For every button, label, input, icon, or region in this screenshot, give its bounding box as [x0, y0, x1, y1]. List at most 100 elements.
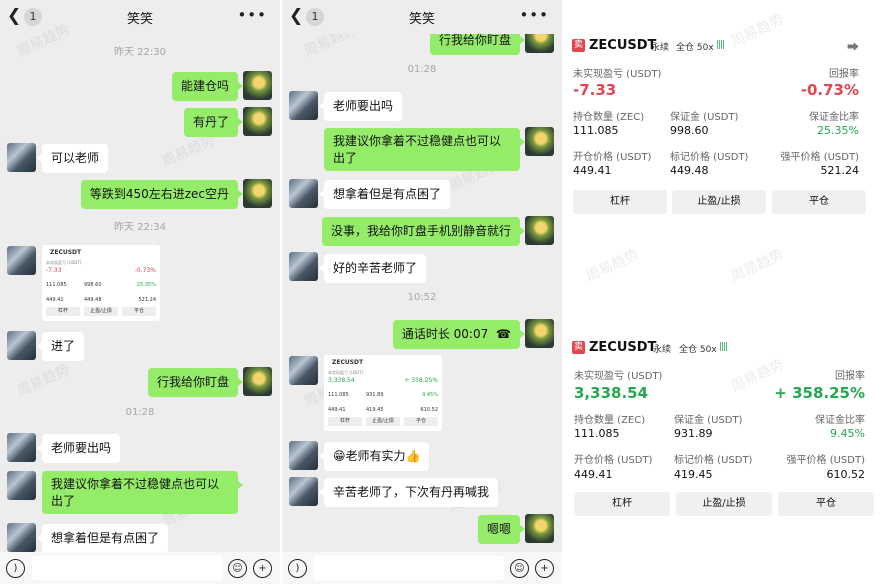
avatar[interactable]	[525, 319, 554, 348]
emoji-icon[interactable]: ☺	[228, 559, 247, 578]
avatar[interactable]	[289, 252, 318, 281]
message-bubble[interactable]: 😁老师有实力👍	[318, 442, 430, 471]
message-bubble[interactable]: 可以老师	[36, 144, 109, 173]
mini-symbol: ZECUSDT	[332, 359, 364, 366]
phone-icon: ☎	[496, 327, 511, 341]
call-record-bubble[interactable]: 通话时长 00:07 ☎	[392, 320, 526, 349]
margin-value: 931.89	[674, 427, 713, 440]
voice-icon[interactable]: )	[288, 559, 307, 578]
mini-liq: 610.52	[420, 407, 439, 413]
position-symbol[interactable]: ZECUSDT	[589, 38, 656, 53]
mini-margin: 998.60	[84, 282, 102, 288]
message-bubble[interactable]: 我建议你拿着不过稳健点也可以出了	[324, 128, 525, 171]
plus-icon[interactable]: +	[535, 559, 554, 578]
avatar[interactable]	[7, 331, 36, 360]
message-bubble[interactable]: 老师要出吗	[36, 434, 121, 463]
roe-label: 回报率	[829, 69, 859, 80]
message-bubble[interactable]: 想拿着但是有点困了	[318, 180, 451, 209]
avatar[interactable]	[289, 356, 318, 385]
margin-ratio-value: 9.45%	[830, 427, 865, 440]
avatar[interactable]	[243, 179, 272, 208]
message-input[interactable]	[32, 556, 222, 580]
avatar[interactable]	[7, 246, 36, 275]
input-bar: ) ☺ +	[282, 552, 562, 584]
timestamp: 昨天 22:34	[114, 222, 166, 233]
mini-pnl-label: 未实现盈亏 (USDT)	[328, 370, 364, 375]
position-card: 卖 ZECUSDT 永续 全仓 50x |||| ⮕ 未实现盈亏 (USDT) …	[564, 0, 885, 240]
adl-indicator: ||||	[716, 40, 725, 50]
position-screenshot[interactable]: ZECUSDT 未实现盈亏 (USDT) 3,338.54 + 358.25% …	[324, 355, 442, 431]
position-card: 卖 ZECUSDT 永续 全仓 50x |||| 未实现盈亏 (USDT) 回报…	[564, 300, 885, 530]
avatar[interactable]	[289, 91, 318, 120]
message-bubble[interactable]: 等跌到450左右进zec空丹	[80, 180, 244, 209]
avatar[interactable]	[243, 71, 272, 100]
avatar[interactable]	[289, 179, 318, 208]
message-bubble[interactable]: 嗯嗯	[477, 515, 526, 544]
voice-icon[interactable]: )	[6, 559, 25, 578]
avatar[interactable]	[525, 514, 554, 543]
avatar[interactable]	[7, 143, 36, 172]
roe-value: -0.73%	[800, 81, 859, 99]
avatar[interactable]	[243, 107, 272, 136]
leverage-button[interactable]: 杠杆	[574, 492, 670, 516]
mini-tpsl-button: 止盈/止损	[84, 307, 118, 316]
message-bubble[interactable]: 行我给你盯盘	[147, 368, 244, 397]
avatar[interactable]	[289, 477, 318, 506]
more-dots-icon[interactable]: •••	[519, 6, 549, 24]
message-bubble[interactable]: 好的辛苦老师了	[318, 254, 427, 283]
liq-price-value: 610.52	[826, 468, 866, 481]
message-input[interactable]	[314, 556, 504, 580]
liq-price-label: 强平价格 (USDT)	[780, 152, 859, 163]
message-bubble[interactable]: 想拿着但是有点困了	[36, 524, 169, 553]
mini-margin: 931.89	[366, 392, 384, 398]
liq-price-label: 强平价格 (USDT)	[786, 455, 865, 466]
pnl-label: 未实现盈亏 (USDT)	[573, 69, 662, 80]
avatar[interactable]	[243, 367, 272, 396]
plus-icon[interactable]: +	[253, 559, 272, 578]
position-screenshot[interactable]: ZECUSDT 未实现盈亏 (USDT) -7.33 -0.73% 111.08…	[42, 245, 160, 321]
close-position-button[interactable]: 平仓	[778, 492, 874, 516]
tpsl-button[interactable]: 止盈/止损	[672, 190, 766, 214]
avatar[interactable]	[7, 433, 36, 462]
timestamp: 01:28	[407, 64, 437, 75]
chat-header: ❮ 1 笑笑 •••	[0, 0, 280, 34]
chat-screen-1: 周易趋势 周易趋势 周易趋势 周易趋势 ❮ 1 笑笑 ••• 昨天 22:30 …	[0, 0, 280, 584]
mini-mark: 449.48	[84, 297, 102, 303]
mini-roe: -0.73%	[134, 267, 156, 274]
message-bubble[interactable]: 我建议你拿着不过稳健点也可以出了	[42, 471, 243, 514]
mini-leverage-button: 杠杆	[328, 417, 362, 426]
mini-pnl: -7.33	[46, 267, 62, 274]
avatar[interactable]	[525, 127, 554, 156]
avatar[interactable]	[7, 471, 36, 500]
message-bubble[interactable]: 没事，我给你盯盘手机别静音就行	[321, 217, 526, 246]
entry-price-value: 449.41	[573, 164, 612, 177]
position-symbol[interactable]: ZECUSDT	[589, 340, 656, 355]
mini-pnl-label: 未实现盈亏 (USDT)	[46, 260, 82, 265]
margin-ratio-label: 保证金比率	[815, 415, 865, 426]
message-bubble[interactable]: 辛苦老师了，下次有丹再喊我	[318, 478, 499, 507]
mini-qty: 111.085	[328, 392, 349, 398]
close-position-button[interactable]: 平仓	[772, 190, 866, 214]
message-bubble[interactable]: 老师要出吗	[318, 92, 403, 121]
emoji-icon[interactable]: ☺	[510, 559, 529, 578]
avatar[interactable]	[525, 216, 554, 245]
message-bubble[interactable]: 有丹了	[183, 108, 244, 137]
mini-pnl: 3,338.54	[328, 377, 355, 384]
avatar[interactable]	[7, 523, 36, 552]
tpsl-button[interactable]: 止盈/止损	[676, 492, 772, 516]
entry-price-value: 449.41	[574, 468, 613, 481]
message-bubble[interactable]: 能建仓吗	[171, 72, 244, 101]
qty-value: 111.085	[574, 427, 620, 440]
mark-price-value: 449.48	[670, 164, 709, 177]
timestamp: 01:28	[125, 407, 155, 418]
more-dots-icon[interactable]: •••	[237, 6, 267, 24]
mark-price-label: 标记价格 (USDT)	[670, 152, 749, 163]
message-bubble[interactable]: 进了	[36, 332, 85, 361]
avatar[interactable]	[289, 441, 318, 470]
input-bar: ) ☺ +	[0, 552, 280, 584]
timestamp: 10:52	[407, 292, 437, 303]
share-icon[interactable]: ⮕	[847, 38, 859, 55]
positions-screen: 周易趋势 周易趋势 周易趋势 周易趋势 卖 ZECUSDT 永续 全仓 50x …	[564, 0, 885, 584]
leverage-button[interactable]: 杠杆	[573, 190, 667, 214]
qty-label: 持仓数量 (ZEC)	[574, 415, 646, 426]
